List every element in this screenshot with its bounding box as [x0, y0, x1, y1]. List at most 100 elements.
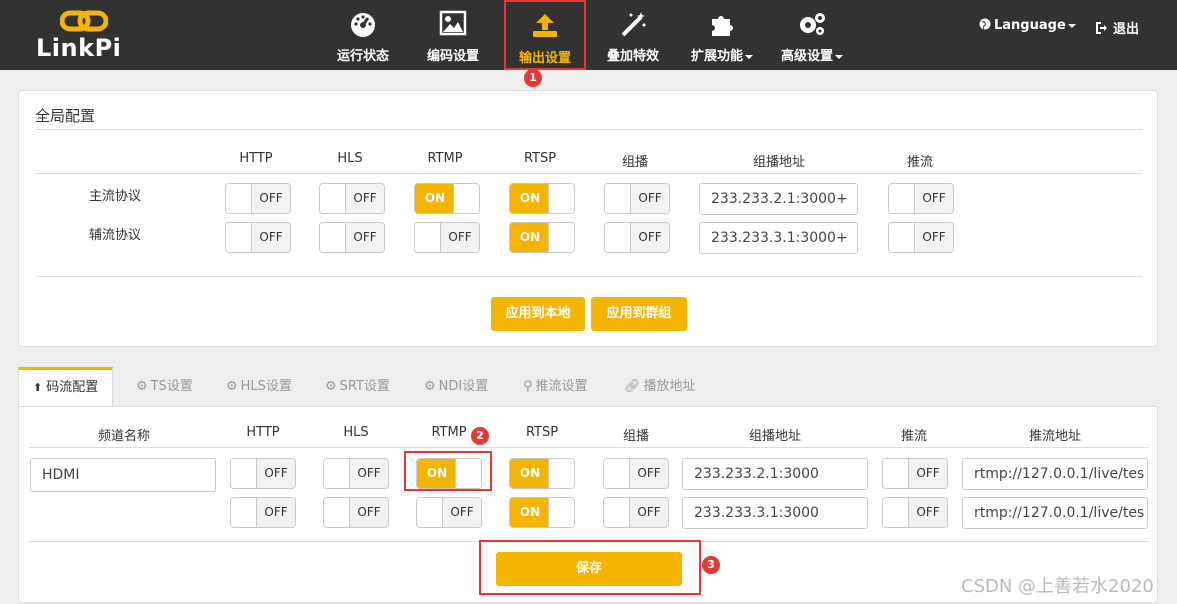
col-rtsp: RTSP — [523, 151, 557, 166]
gauge-icon — [351, 13, 375, 37]
sub-push-address-input[interactable]: rtmp://127.0.0.1/live/tes — [962, 497, 1148, 529]
main-multicast-address-input[interactable]: 233.233.2.1:3000+ — [699, 183, 858, 215]
tab-hls-settings[interactable]: ⚙ HLS设置 — [226, 367, 292, 407]
sub-rtmp-toggle[interactable]: OFF — [414, 222, 480, 253]
upload-icon — [533, 14, 557, 37]
col-rtsp: RTSP — [525, 425, 559, 440]
chevron-down-icon — [745, 54, 753, 59]
upload-icon: ⬆ — [33, 381, 43, 394]
nav-status[interactable]: 运行状态 — [321, 0, 405, 70]
apply-group-button[interactable]: 应用到群组 — [591, 297, 687, 331]
annotation-badge: 3 — [702, 556, 720, 574]
main-multicast-address-input[interactable]: 233.233.2.1:3000 — [682, 458, 868, 490]
main-rtmp-toggle[interactable]: ON — [414, 183, 480, 214]
globe-icon — [979, 18, 991, 30]
nav-output[interactable]: 输出设置 — [504, 0, 586, 70]
col-rtmp: RTMP — [431, 425, 467, 440]
nav-encode[interactable]: 编码设置 — [411, 0, 495, 70]
main-multicast-toggle[interactable]: OFF — [604, 183, 670, 214]
row-sub-stream-label: 辅流协议 — [89, 228, 142, 243]
sub-multicast-address-input[interactable]: 233.233.3.1:3000+ — [699, 222, 858, 254]
gear-icon: ⚙ — [226, 379, 238, 394]
logout-link[interactable]: 退出 — [1096, 18, 1139, 37]
main-http-toggle[interactable]: OFF — [225, 183, 291, 214]
divider — [35, 129, 1142, 130]
tab-ndi-settings[interactable]: ⚙ NDI设置 — [424, 367, 488, 407]
gear-icon: ⚙ — [325, 379, 337, 394]
image-icon — [439, 10, 467, 36]
main-http-toggle[interactable]: OFF — [230, 458, 296, 489]
magic-wand-icon — [621, 12, 646, 37]
sub-push-toggle[interactable]: OFF — [882, 497, 948, 528]
sub-rtsp-toggle[interactable]: ON — [509, 497, 575, 528]
divider — [35, 173, 1142, 174]
col-push: 推流 — [900, 429, 927, 444]
main-hls-toggle[interactable]: OFF — [319, 183, 385, 214]
sign-out-icon — [1096, 22, 1107, 34]
col-http: HTTP — [239, 151, 273, 166]
sub-multicast-toggle[interactable]: OFF — [603, 497, 669, 528]
nav-advanced-label: 高级设置 — [770, 45, 854, 64]
annotation-highlight-rtmp — [404, 451, 492, 491]
divider — [29, 447, 1149, 448]
puzzle-icon — [712, 16, 733, 36]
tab-ts-settings[interactable]: ⚙ TS设置 — [136, 367, 193, 407]
annotation-badge: 1 — [524, 69, 542, 87]
sub-push-toggle[interactable]: OFF — [888, 222, 954, 253]
divider — [35, 276, 1142, 277]
chevron-down-icon — [1067, 23, 1076, 28]
main-hls-toggle[interactable]: OFF — [323, 458, 389, 489]
watermark: CSDN @上善若水2020 — [961, 576, 1154, 597]
tab-stream-config[interactable]: ⬆ 码流配置 — [18, 367, 114, 407]
gears-icon — [800, 13, 825, 35]
col-multicast: 组播 — [622, 429, 649, 444]
col-push-address: 推流地址 — [1028, 429, 1081, 444]
language-dropdown[interactable]: Language — [979, 18, 1076, 33]
col-push: 推流 — [906, 155, 933, 170]
col-hls: HLS — [337, 151, 363, 166]
col-http: HTTP — [246, 425, 280, 440]
nav-extensions-label: 扩展功能 — [680, 45, 764, 64]
apply-local-button[interactable]: 应用到本地 — [491, 297, 585, 331]
sub-multicast-address-input[interactable]: 233.233.3.1:3000 — [682, 497, 868, 529]
chevron-down-icon — [835, 54, 843, 59]
linkpi-logo[interactable]: LinkPi — [36, 10, 136, 64]
main-push-toggle[interactable]: OFF — [882, 458, 948, 489]
top-navbar: LinkPi 运行状态 编码设置 输出设置 叠加特效 扩展功能 高级设置 Lan… — [0, 0, 1177, 70]
nav-overlay-label: 叠加特效 — [606, 49, 659, 64]
sub-hls-toggle[interactable]: OFF — [319, 222, 385, 253]
tab-srt-settings[interactable]: ⚙ SRT设置 — [325, 367, 390, 407]
sub-hls-toggle[interactable]: OFF — [323, 497, 389, 528]
col-channel-name: 频道名称 — [97, 429, 150, 444]
broadcast-icon: ⚲ — [523, 379, 533, 394]
nav-advanced[interactable]: 高级设置 — [770, 0, 854, 70]
col-hls: HLS — [343, 425, 369, 440]
sub-http-toggle[interactable]: OFF — [225, 222, 291, 253]
col-multicast: 组播 — [621, 155, 648, 170]
sub-http-toggle[interactable]: OFF — [230, 497, 296, 528]
main-multicast-toggle[interactable]: OFF — [603, 458, 669, 489]
main-rtsp-toggle[interactable]: ON — [509, 183, 575, 214]
main-push-address-input[interactable]: rtmp://127.0.0.1/live/tes — [962, 458, 1148, 490]
sub-rtsp-toggle[interactable]: ON — [509, 222, 575, 253]
main-push-toggle[interactable]: OFF — [888, 183, 954, 214]
sub-multicast-toggle[interactable]: OFF — [604, 222, 670, 253]
channel-name-input[interactable]: HDMI — [30, 458, 216, 492]
link-icon: 🔗︎ — [624, 379, 641, 394]
gear-icon: ⚙ — [424, 379, 436, 394]
nav-overlay[interactable]: 叠加特效 — [591, 0, 675, 70]
sub-rtmp-toggle[interactable]: OFF — [416, 497, 482, 528]
tab-push-settings[interactable]: ⚲ 推流设置 — [523, 367, 588, 407]
col-multicast-address: 组播地址 — [748, 429, 801, 444]
nav-status-label: 运行状态 — [336, 49, 389, 64]
nav-output-label: 输出设置 — [518, 51, 571, 66]
annotation-highlight-save — [479, 540, 701, 595]
main-rtsp-toggle[interactable]: ON — [509, 458, 575, 489]
nav-encode-label: 编码设置 — [426, 49, 479, 64]
row-main-stream-label: 主流协议 — [89, 189, 142, 204]
nav-extensions[interactable]: 扩展功能 — [680, 0, 764, 70]
brand-name: LinkPi — [36, 34, 122, 62]
tab-play-address[interactable]: 🔗︎ 播放地址 — [624, 367, 696, 407]
col-multicast-address: 组播地址 — [752, 155, 805, 170]
col-rtmp: RTMP — [427, 151, 463, 166]
